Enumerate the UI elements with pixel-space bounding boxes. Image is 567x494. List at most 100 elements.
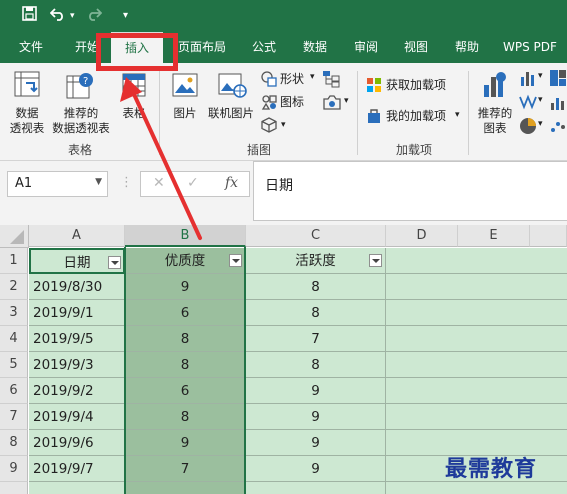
picture-icon[interactable]: [172, 73, 198, 100]
column-header-f[interactable]: [530, 225, 567, 247]
filter-dropdown-icon[interactable]: [108, 256, 121, 269]
cell-activity[interactable]: 9: [246, 404, 386, 430]
smartart-icon[interactable]: [322, 70, 340, 91]
tab-data[interactable]: 数据: [303, 32, 327, 63]
my-addins-label[interactable]: 我的加载项: [386, 108, 446, 124]
tab-review[interactable]: 审阅: [354, 32, 378, 63]
empty-cells[interactable]: [386, 404, 567, 430]
select-all-corner[interactable]: [0, 225, 29, 248]
store-icon[interactable]: [366, 77, 382, 96]
waterfall-chart-icon[interactable]: [519, 93, 537, 114]
cell-quality[interactable]: 6: [125, 300, 246, 326]
shapes-icon[interactable]: [261, 71, 277, 90]
cell-quality[interactable]: 7: [125, 456, 246, 482]
table-icon[interactable]: [122, 73, 146, 100]
cell-activity[interactable]: 9: [246, 456, 386, 482]
pivot-table-label-1[interactable]: 数据: [6, 106, 48, 120]
header-cell-activity[interactable]: 活跃度: [246, 248, 386, 274]
empty-cells[interactable]: [386, 326, 567, 352]
tab-view[interactable]: 视图: [404, 32, 428, 63]
header-cell-quality[interactable]: 优质度: [125, 248, 246, 274]
stat-chart-icon[interactable]: [549, 93, 567, 114]
cell-date[interactable]: 2019/9/3: [29, 352, 125, 378]
cell-date[interactable]: 2019/9/6: [29, 430, 125, 456]
empty-cells[interactable]: [386, 482, 567, 494]
tab-file[interactable]: 文件: [19, 32, 43, 63]
save-icon[interactable]: [22, 6, 37, 26]
cell-date[interactable]: 2019/9/5: [29, 326, 125, 352]
online-picture-icon[interactable]: [218, 73, 248, 102]
cell-date[interactable]: [29, 482, 125, 494]
tab-formulas[interactable]: 公式: [252, 32, 276, 63]
table-button-label[interactable]: 表格: [118, 106, 150, 120]
cell-quality[interactable]: 9: [125, 430, 246, 456]
column-header-b[interactable]: B: [125, 225, 246, 247]
header-cell-date[interactable]: 日期: [29, 248, 125, 274]
column-chart-icon[interactable]: [519, 69, 537, 90]
empty-cells[interactable]: [386, 378, 567, 404]
icons-label[interactable]: 图标: [280, 94, 304, 110]
picture-label[interactable]: 图片: [170, 106, 200, 120]
recommended-charts-icon[interactable]: [482, 71, 506, 102]
cell-date[interactable]: 2019/8/30: [29, 274, 125, 300]
cancel-icon[interactable]: ✕: [153, 175, 165, 191]
empty-cells[interactable]: [386, 248, 567, 274]
undo-icon[interactable]: [49, 6, 66, 26]
row-header[interactable]: 2: [0, 274, 28, 300]
pie-chart-dropdown-icon[interactable]: ▾: [538, 116, 543, 132]
insert-function-icon[interactable]: fx: [225, 175, 238, 191]
recommended-pivot-icon[interactable]: ?: [66, 71, 94, 102]
shapes-dropdown-icon[interactable]: ▾: [310, 69, 315, 85]
row-header[interactable]: 4: [0, 326, 28, 352]
3d-models-dropdown-icon[interactable]: ▾: [281, 117, 286, 133]
filter-dropdown-icon[interactable]: [229, 254, 242, 267]
column-chart-dropdown-icon[interactable]: ▾: [538, 68, 543, 84]
cell-activity[interactable]: 7: [246, 326, 386, 352]
empty-cells[interactable]: [386, 352, 567, 378]
column-header-e[interactable]: E: [458, 225, 530, 247]
row-header[interactable]: 5: [0, 352, 28, 378]
tab-wps-pdf[interactable]: WPS PDF: [503, 32, 557, 63]
online-picture-label[interactable]: 联机图片: [205, 106, 257, 120]
row-header[interactable]: [0, 482, 28, 494]
row-header[interactable]: 3: [0, 300, 28, 326]
cell-date[interactable]: 2019/9/4: [29, 404, 125, 430]
shapes-label[interactable]: 形状: [280, 71, 304, 87]
undo-dropdown-icon[interactable]: ▾: [70, 6, 75, 26]
filter-dropdown-icon[interactable]: [369, 254, 382, 267]
row-header[interactable]: 6: [0, 378, 28, 404]
column-header-c[interactable]: C: [246, 225, 386, 247]
name-box[interactable]: A1 ▼: [7, 171, 108, 197]
screenshot-icon[interactable]: [322, 94, 344, 113]
screenshot-dropdown-icon[interactable]: ▾: [344, 93, 349, 109]
cell-activity[interactable]: 9: [246, 430, 386, 456]
row-header[interactable]: 9: [0, 456, 28, 482]
pivot-table-label-2[interactable]: 透视表: [4, 121, 50, 135]
cell-activity[interactable]: [246, 482, 386, 494]
name-box-dropdown-icon[interactable]: ▼: [95, 177, 102, 187]
enter-icon[interactable]: ✓: [187, 175, 199, 191]
get-addins-label[interactable]: 获取加载项: [386, 77, 446, 93]
column-header-d[interactable]: D: [386, 225, 458, 247]
recommended-charts-label-1[interactable]: 推荐的: [472, 106, 518, 120]
waterfall-chart-dropdown-icon[interactable]: ▾: [538, 92, 543, 108]
cell-quality[interactable]: 8: [125, 326, 246, 352]
icons-icon[interactable]: [261, 94, 277, 113]
scatter-chart-icon[interactable]: [549, 117, 567, 138]
column-header-a[interactable]: A: [29, 225, 125, 247]
cell-date[interactable]: 2019/9/1: [29, 300, 125, 326]
customize-toolbar-icon[interactable]: ▾: [123, 6, 128, 26]
recommended-pivot-label-1[interactable]: 推荐的: [58, 106, 104, 120]
cell-activity[interactable]: 8: [246, 352, 386, 378]
cell-date[interactable]: 2019/9/2: [29, 378, 125, 404]
empty-cells[interactable]: [386, 274, 567, 300]
cell-activity[interactable]: 8: [246, 300, 386, 326]
recommended-pivot-label-2[interactable]: 数据透视表: [48, 121, 114, 135]
pie-chart-icon[interactable]: [519, 117, 537, 138]
cell-activity[interactable]: 8: [246, 274, 386, 300]
cell-quality[interactable]: 6: [125, 378, 246, 404]
row-header[interactable]: 8: [0, 430, 28, 456]
my-addins-icon[interactable]: [366, 108, 382, 127]
formula-input[interactable]: 日期: [253, 161, 567, 221]
hierarchy-chart-icon[interactable]: [549, 69, 567, 90]
